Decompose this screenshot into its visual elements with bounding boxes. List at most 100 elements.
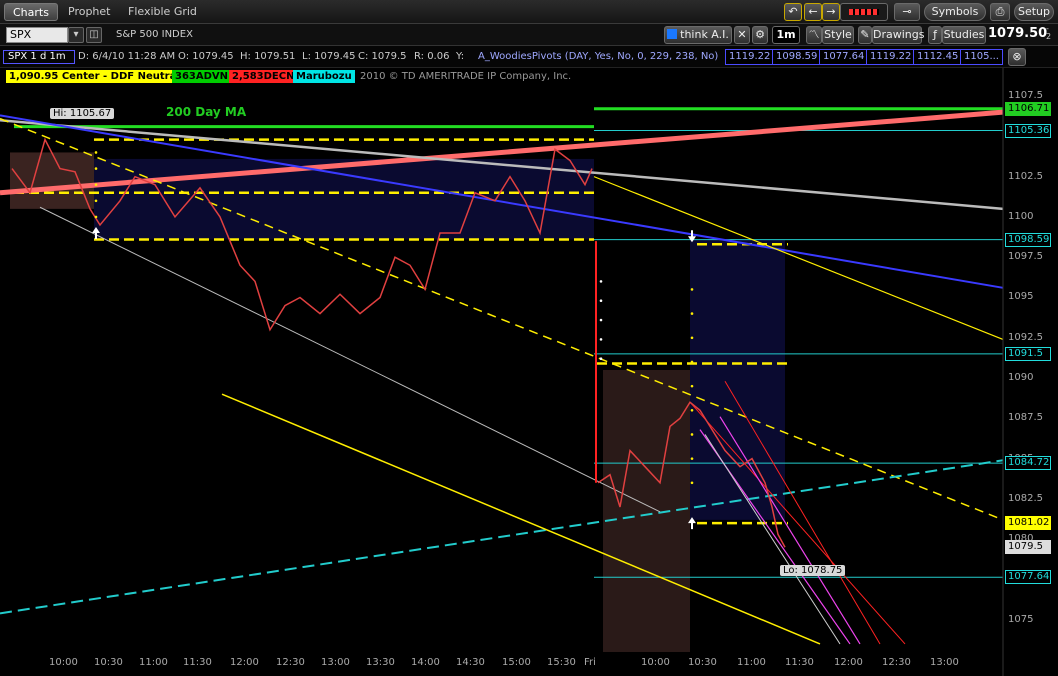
center-badge: 1,090.95 Center - DDF Neutral — [6, 70, 183, 83]
price-tag: 1081.02 — [1005, 515, 1051, 530]
dot-marker — [690, 408, 694, 412]
dot-marker — [599, 299, 603, 303]
instrument-name: S&P 500 INDEX — [116, 29, 193, 40]
x-tick-label: 14:30 — [456, 657, 485, 668]
high-label: Hi: 1105.67 — [50, 108, 115, 119]
wrench-icon[interactable]: ⚙ — [752, 26, 768, 44]
chart-canvas[interactable] — [0, 68, 1058, 676]
trend-line — [593, 176, 1004, 340]
price-tag: 1105.36 — [1005, 123, 1051, 138]
y-tick-label: 1087.5 — [1008, 412, 1043, 424]
dot-marker — [690, 312, 694, 315]
y-tick-label: 1092.5 — [1008, 331, 1043, 343]
trend-line — [719, 416, 861, 645]
x-tick-label: 13:00 — [930, 657, 959, 668]
pattern-badge: Marubozu — [293, 70, 355, 83]
think-ai-button[interactable]: think A.I. — [664, 26, 732, 44]
dot-marker — [599, 357, 603, 361]
dot-marker — [690, 433, 694, 436]
price-tag: 1106.71 — [1005, 101, 1051, 116]
tab-charts[interactable]: Charts — [4, 3, 58, 21]
trend-line — [689, 401, 906, 645]
pencil-icon[interactable]: ✎ — [858, 26, 872, 44]
x-tick-label: 12:30 — [276, 657, 305, 668]
toggle-icon[interactable]: ⊸ — [894, 3, 920, 21]
chart-info-row: SPX 1 d 1m D: 6/4/10 11:28 AM O: 1079.45… — [0, 46, 1058, 68]
price-chart[interactable]: 1,090.95 Center - DDF Neutral 363ADVN 2,… — [0, 68, 1058, 676]
price-tag: 1077.64 — [1005, 570, 1051, 585]
pivot-value: 1119.22 — [866, 49, 916, 65]
dot-marker — [690, 457, 694, 460]
pivot-value: 1098.59 — [772, 49, 822, 65]
dot-marker — [690, 336, 694, 340]
crosshair-tool-icon[interactable]: ✕ — [734, 26, 750, 44]
x-tick-label: 14:00 — [411, 657, 440, 668]
y-tick-label: 1075 — [1008, 613, 1034, 625]
pivot-value: 1112.45 — [913, 49, 963, 65]
chart-type-icon[interactable]: 〽 — [806, 26, 822, 44]
x-tick-label: 13:30 — [366, 657, 395, 668]
bar-y: Y: — [456, 51, 465, 62]
setup-button[interactable]: Setup — [1014, 3, 1054, 21]
price-tag: 1091.5 — [1005, 346, 1051, 361]
y-tick-label: 1097.5 — [1008, 251, 1043, 263]
style-button[interactable]: Style — [822, 26, 854, 44]
ma-label: 200 Day MA — [166, 105, 247, 119]
chart-spec: SPX 1 d 1m — [8, 51, 66, 62]
bar-low: L: 1079.45 — [302, 51, 356, 62]
studies-icon[interactable]: ƒ — [928, 26, 942, 44]
studies-button[interactable]: Studies — [942, 26, 986, 44]
x-tick-label: 12:00 — [230, 657, 259, 668]
back-arrow-icon[interactable]: ← — [804, 3, 822, 21]
dot-marker — [690, 288, 694, 291]
price-tag: 1084.72 — [1005, 456, 1051, 471]
link-icon[interactable]: ◫ — [86, 27, 102, 43]
tab-prophet[interactable]: Prophet — [60, 3, 119, 21]
x-tick-label: 15:30 — [547, 657, 576, 668]
forward-arrow-icon[interactable]: → — [822, 3, 840, 21]
undo-icon[interactable]: ↶ — [784, 3, 802, 21]
study-name[interactable]: A_WoodiesPivots (DAY, Yes, No, 0, 229, 2… — [478, 51, 718, 62]
symbols-button[interactable]: Symbols — [924, 3, 986, 21]
think-logo-icon — [667, 29, 678, 39]
dot-marker — [599, 280, 603, 283]
print-icon[interactable]: ⎙ — [990, 3, 1010, 21]
chart-toolbar: SPX ▾ ◫ S&P 500 INDEX think A.I. ✕ ⚙ 1m … — [0, 24, 1058, 46]
shaded-zone — [10, 152, 94, 209]
dot-marker — [94, 183, 98, 186]
bar-close: C: 1079.5 — [358, 51, 407, 62]
dot-marker — [690, 360, 694, 364]
symbol-dropdown-icon[interactable]: ▾ — [68, 27, 84, 43]
think-ai-label: think A.I. — [680, 28, 729, 41]
price-tag: 1079.5 — [1005, 540, 1051, 555]
last-price: 1079.50 — [988, 26, 1048, 41]
declines-badge: 2,583DECN — [229, 70, 298, 83]
pivot-value: 1077.64 — [819, 49, 869, 65]
bar-range: R: 0.06 — [414, 51, 450, 62]
bar-high: H: 1079.51 — [240, 51, 296, 62]
dot-marker — [690, 384, 694, 388]
symbol-input[interactable]: SPX — [6, 27, 68, 43]
price-tag: 1098.59 — [1005, 232, 1051, 247]
y-tick-label: 1090 — [1008, 372, 1034, 384]
y-tick-label: 1102.5 — [1008, 170, 1043, 182]
link-color-selector[interactable] — [840, 3, 888, 21]
collapse-icon[interactable]: ⊗ — [1008, 48, 1026, 66]
y-tick-label: 1082.5 — [1008, 492, 1043, 504]
trend-line — [39, 206, 661, 513]
dot-marker — [94, 199, 98, 203]
drawings-button[interactable]: Drawings — [872, 26, 924, 44]
x-tick-label: 12:00 — [834, 657, 863, 668]
timeframe-selector[interactable]: 1m — [772, 26, 800, 44]
bar-date: D: 6/4/10 11:28 AM — [78, 51, 176, 62]
y-tick-label: 1095 — [1008, 291, 1034, 303]
tab-flexible-grid[interactable]: Flexible Grid — [120, 3, 205, 21]
x-tick-label: 10:00 — [49, 657, 78, 668]
pivot-value: 1119.22 — [725, 49, 775, 65]
dot-marker — [599, 338, 603, 341]
x-tick-label: 11:00 — [139, 657, 168, 668]
x-tick-label: 10:00 — [641, 657, 670, 668]
dot-marker — [94, 167, 98, 170]
y-tick-label: 1100 — [1008, 210, 1034, 222]
